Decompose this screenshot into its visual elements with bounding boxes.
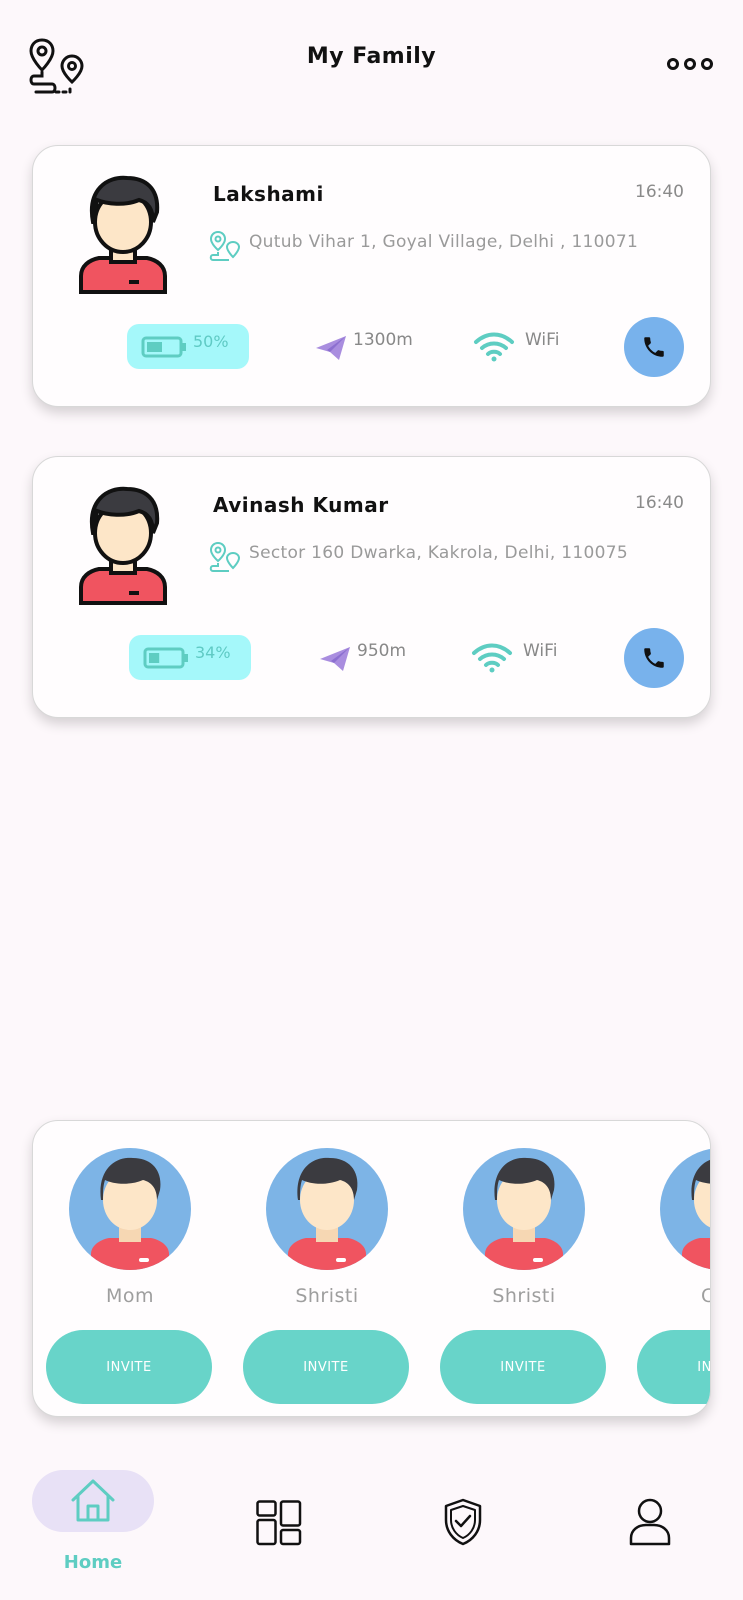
home-icon[interactable] [68,1476,118,1526]
battery-percent: 34% [195,643,231,662]
dot [684,58,696,70]
network-type: WiFi [523,641,558,661]
app-header: My Family [0,0,743,125]
invite-name: Mom [105,1285,155,1307]
last-seen-time: 16:40 [635,493,684,513]
distance-value: 950m [357,641,407,661]
call-button[interactable] [624,628,684,688]
member-card[interactable]: Lakshami 16:40 Qutub Vihar 1, Goyal Vill… [32,145,711,407]
page-title: My Family [306,44,437,69]
invite-button[interactable]: INVITE [440,1330,606,1404]
invite-avatar [266,1148,388,1270]
wifi-icon [474,332,514,362]
invite-name: CSR [637,1285,710,1307]
wifi-icon [472,643,512,673]
battery-badge: 50% [127,324,249,369]
invite-name: Shristi [492,1285,556,1307]
invite-button[interactable]: INVITE [46,1330,212,1404]
network-type: WiFi [525,330,560,350]
phone-icon [644,648,664,668]
invite-carousel[interactable]: Mom INVITE Shristi INVITE Shristi INVITE… [32,1120,711,1417]
distance-value: 1300m [353,330,413,350]
member-name: Lakshami [213,182,324,206]
member-avatar [77,172,169,294]
member-card[interactable]: Avinash Kumar 16:40 Sector 160 Dwarka, K… [32,456,711,718]
member-name: Avinash Kumar [213,493,389,517]
battery-badge: 34% [129,635,251,680]
location-route-icon [209,230,241,261]
call-button[interactable] [624,317,684,377]
invite-button[interactable]: INVITE [243,1330,409,1404]
invite-name: Shristi [295,1285,359,1307]
invite-button[interactable]: INVITE [637,1330,710,1404]
more-dots-icon[interactable] [667,58,713,70]
shield-check-icon[interactable] [443,1498,483,1546]
dot [701,58,713,70]
nav-home-label[interactable]: Home [32,1552,154,1573]
battery-icon [141,336,186,358]
member-address: Sector 160 Dwarka, Kakrola, Delhi, 11007… [249,543,628,563]
invite-avatar [69,1148,191,1270]
phone-icon [644,337,664,357]
dot [667,58,679,70]
member-avatar [77,483,169,605]
invite-avatar [660,1148,710,1270]
location-route-icon [209,541,241,572]
battery-percent: 50% [193,332,229,351]
profile-icon[interactable] [628,1498,672,1546]
last-seen-time: 16:40 [635,182,684,202]
member-address: Qutub Vihar 1, Goyal Village, Delhi , 11… [249,232,639,252]
paper-plane-icon [320,647,350,671]
bottom-nav: Home [0,1440,743,1600]
battery-icon [143,647,188,669]
paper-plane-icon [316,336,346,360]
dashboard-icon[interactable] [256,1500,302,1546]
invite-avatar [463,1148,585,1270]
